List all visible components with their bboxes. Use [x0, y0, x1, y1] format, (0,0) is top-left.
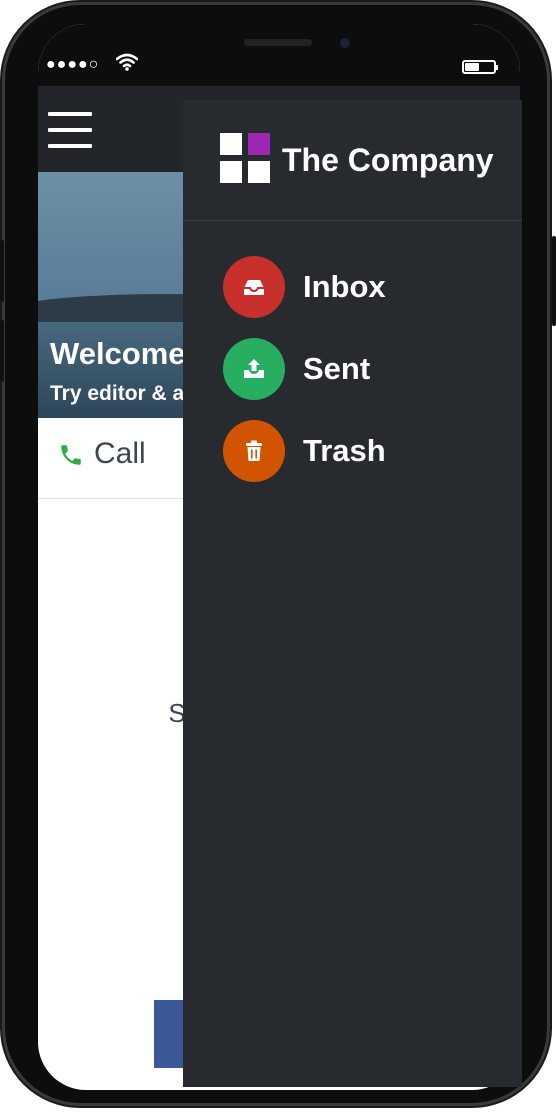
inbox-icon: [223, 256, 285, 318]
battery-tip: [496, 65, 498, 70]
volume-down-button: [0, 320, 4, 382]
camera-icon: [340, 38, 350, 48]
battery-icon: [462, 60, 498, 74]
menu-item-trash[interactable]: Trash: [223, 420, 513, 482]
hamburger-icon[interactable]: [48, 112, 92, 148]
menu-item-label: Inbox: [303, 269, 386, 304]
menu-item-inbox[interactable]: Inbox: [223, 256, 513, 318]
drawer-header: The Company: [183, 100, 522, 221]
menu-item-label: Trash: [303, 433, 386, 468]
menu-item-label: Sent: [303, 351, 371, 386]
trash-icon: [223, 420, 285, 482]
navigation-drawer: The Company Inbox Sent Trash: [183, 100, 522, 1087]
speaker: [244, 39, 312, 46]
power-button: [552, 236, 556, 326]
company-logo: [220, 133, 270, 183]
wifi-icon: [115, 53, 139, 76]
notch: [150, 24, 412, 74]
call-label: Call: [94, 437, 146, 470]
signal-strength: ●●●●○: [46, 56, 100, 73]
menu-item-sent[interactable]: Sent: [223, 338, 513, 400]
upload-icon: [223, 338, 285, 400]
battery-level: [465, 63, 479, 71]
phone-icon: [58, 442, 84, 473]
volume-up-button: [0, 240, 4, 302]
company-name: The Company: [282, 142, 494, 178]
